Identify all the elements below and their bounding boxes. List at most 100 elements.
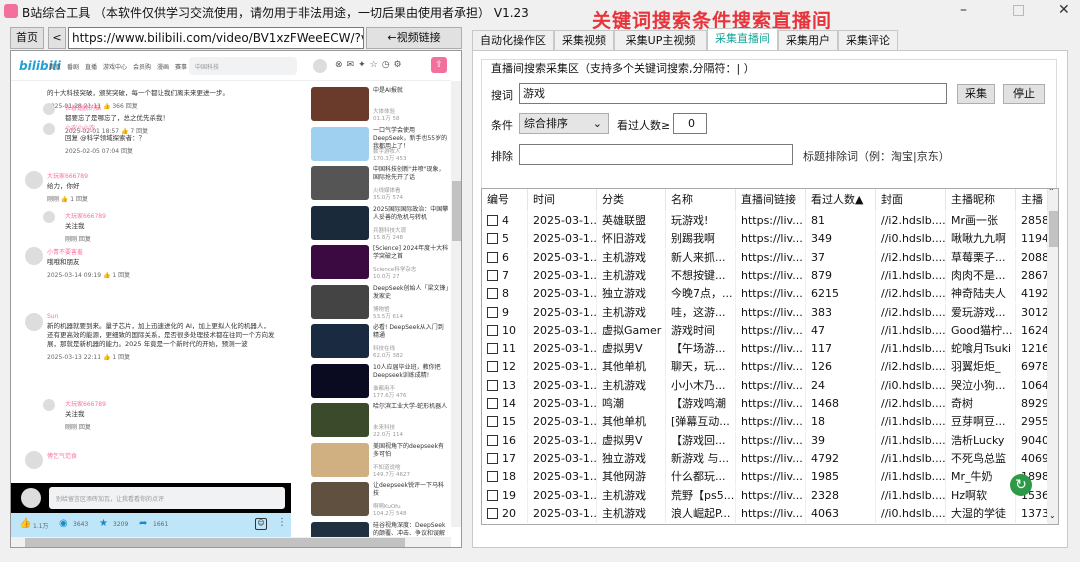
row-checkbox[interactable] — [487, 379, 498, 391]
comment-user[interactable]: 小青不要害羞 — [47, 247, 275, 256]
table-row[interactable]: 4 2025-03-1... 英雄联盟 玩游戏! https://liv... 81 //i… — [482, 212, 1048, 230]
comment-user[interactable]: 小农小小农 — [65, 123, 275, 132]
hscroll-thumb[interactable] — [25, 538, 405, 547]
viewers-input[interactable]: 0 — [673, 113, 707, 134]
table-row[interactable]: 7 2025-03-1... 主机游戏 不想按键... https://liv... 87… — [482, 266, 1048, 285]
table-row[interactable]: 18 2025-03-1... 其他网游 什么都玩... https://liv... 1… — [482, 468, 1048, 487]
video-thumbnail[interactable] — [311, 205, 369, 240]
coin-icon[interactable]: ◉ — [59, 518, 68, 529]
row-checkbox[interactable] — [487, 251, 498, 263]
video-thumbnail[interactable] — [311, 403, 369, 437]
comment-user[interactable]: 大玩家666789 — [65, 399, 275, 408]
video-thumbnail[interactable] — [311, 482, 369, 516]
video-thumbnail[interactable] — [311, 284, 369, 319]
condition-select[interactable]: 综合排序 ⌄ — [519, 113, 609, 134]
video-title[interactable]: 中国科技创新"井喷"现象，国际抢先开了话 — [373, 166, 449, 182]
bili-nav-item[interactable]: 游戏中心 — [103, 62, 127, 71]
share-icon[interactable]: ➦ — [139, 518, 147, 529]
video-card[interactable]: 一口气学会使用DeepSeek，新手也55岁的我都用上了！ 数字游牧人 170.3万… — [311, 126, 451, 163]
video-title[interactable]: [Science] 2024年度十大科学突破之首 — [373, 245, 449, 261]
comment-user[interactable]: 长着翅膀的猫 — [65, 103, 275, 112]
row-checkbox[interactable] — [487, 306, 498, 318]
bili-search-input[interactable]: 中国科技 — [189, 57, 297, 75]
keyword-input[interactable]: 游戏 — [519, 83, 947, 104]
video-thumbnail[interactable] — [311, 126, 369, 161]
column-header[interactable]: 封面 — [876, 189, 946, 211]
comment-avatar[interactable] — [43, 103, 55, 115]
header-icons[interactable]: ⊗✉✦☆◷⚙ — [335, 60, 406, 70]
tab-4[interactable]: 采集用户 — [778, 30, 838, 50]
table-row[interactable]: 15 2025-03-1... 其他单机 [弹幕互动... https://liv...… — [482, 413, 1048, 432]
video-title[interactable]: 哈尔滨工业大学-蛇形机器人 — [373, 403, 449, 411]
video-card[interactable]: 让deepseek锐评一下马科技 啊啊KuOfu 104.2万 548 — [311, 482, 451, 518]
video-card[interactable]: 10人应届毕业班，教你把Deepseek训练成精! 谁都用不 177.6万 476 — [311, 363, 451, 400]
maximize-button[interactable]: □ — [1012, 2, 1025, 18]
video-thumbnail[interactable] — [311, 245, 369, 279]
comment-avatar[interactable] — [25, 171, 43, 189]
video-thumbnail[interactable] — [311, 363, 369, 398]
stop-button[interactable]: 停止 — [1003, 84, 1045, 104]
row-checkbox[interactable] — [487, 452, 498, 464]
video-card[interactable]: [Science] 2024年度十大科学突破之首 Science科学杂志 10.0万… — [311, 245, 451, 281]
bot-icon[interactable]: ☺ — [255, 518, 267, 530]
video-link-button[interactable]: ←视频链接 — [366, 27, 462, 49]
video-card[interactable]: 中是AI报就 大体体验 01.1万 58 — [311, 87, 451, 123]
tab-3[interactable]: 采集直播间 — [707, 28, 778, 51]
video-thumbnail[interactable] — [311, 166, 369, 200]
comment-avatar[interactable] — [43, 399, 55, 411]
video-title[interactable]: 2025国际国际政治：中国攀人妥善的危机与转机 — [373, 206, 449, 222]
row-checkbox[interactable] — [487, 434, 498, 446]
user-avatar[interactable] — [313, 59, 327, 73]
row-checkbox[interactable] — [487, 489, 498, 501]
video-card[interactable]: 美国视角下的deepseek有多可怕 不知道说啥 149.7万 4627 — [311, 442, 451, 479]
minimize-button[interactable]: – — [960, 2, 967, 18]
video-card[interactable]: 2025国际国际政治：中国攀人妥善的危机与转机 兵器科技大观 15.8万 248 — [311, 205, 451, 242]
browser-vscroll[interactable] — [451, 81, 461, 527]
home-button[interactable]: 首页 — [10, 27, 44, 49]
scroll-up-icon[interactable]: ⌃ — [1048, 189, 1055, 196]
browser-hscroll[interactable] — [11, 537, 451, 547]
video-title[interactable]: 美国视角下的deepseek有多可怕 — [373, 443, 449, 459]
row-checkbox[interactable] — [487, 324, 498, 336]
video-card[interactable]: DeepSeek创始人「梁文锋」发家史 博物馆 53.5万 614 — [311, 284, 451, 321]
column-header[interactable]: 编号 — [482, 189, 528, 211]
table-vscroll[interactable]: ⌃ ⌄ — [1048, 189, 1058, 524]
upload-icon[interactable]: ⇪ — [431, 57, 447, 73]
refresh-icon[interactable]: ↻ — [1010, 474, 1032, 496]
back-button[interactable]: < — [48, 27, 66, 49]
scroll-down-icon[interactable]: ⌄ — [1049, 511, 1056, 520]
video-thumbnail[interactable] — [311, 324, 369, 358]
tab-2[interactable]: 采集UP主视频 — [614, 30, 707, 50]
tab-5[interactable]: 采集评论 — [838, 30, 898, 50]
bili-nav-item[interactable]: 会员购 — [133, 62, 151, 71]
bili-nav-item[interactable]: 直播 — [85, 62, 97, 71]
video-title[interactable]: 中是AI报就 — [373, 87, 449, 95]
table-row[interactable]: 11 2025-03-1... 虚拟男V 【午场游... https://liv... 1… — [482, 340, 1048, 359]
comment-user[interactable]: 傅乞气范食 — [47, 451, 275, 460]
row-checkbox[interactable] — [487, 288, 498, 300]
comment-avatar[interactable] — [43, 211, 55, 223]
table-row[interactable]: 12 2025-03-1... 其他单机 聊天，玩... https://liv... 1… — [482, 358, 1048, 377]
embedded-browser[interactable]: bilibili 首页 番剧 直播 游戏中心 会员购 漫画 赛事 中国科技 ⊗✉✦☆◷⚙ ⇪… — [10, 50, 462, 548]
table-row[interactable]: 8 2025-03-1... 独立游戏 今晚7点，... https://liv... 6… — [482, 285, 1048, 304]
row-checkbox[interactable] — [487, 398, 498, 409]
exclude-input[interactable] — [519, 144, 793, 165]
table-row[interactable]: 14 2025-03-1... 鸣潮 【游戏鸣潮 https://liv... 1468 /… — [482, 395, 1048, 413]
comment-user[interactable]: Sun — [47, 313, 275, 320]
row-checkbox[interactable] — [487, 269, 498, 281]
video-title[interactable]: 10人应届毕业班，教你把Deepseek训练成精! — [373, 364, 449, 380]
comment-user[interactable]: 大玩家666789 — [47, 171, 275, 180]
video-card[interactable]: 中国科技创新"井喷"现象，国际抢先开了话 火线媒体看 35.0万 574 — [311, 166, 451, 202]
column-header[interactable]: 主播 — [1016, 189, 1048, 211]
bili-nav-item[interactable]: 赛事 — [175, 62, 187, 71]
row-checkbox[interactable] — [487, 471, 498, 483]
more-icon[interactable]: ⋮ — [277, 517, 287, 528]
comment-avatar[interactable] — [25, 313, 43, 331]
bili-nav-item[interactable]: 番剧 — [67, 62, 79, 71]
video-title[interactable]: 必看! DeepSeek从入门到精通 — [373, 324, 449, 340]
star-icon[interactable]: ★ — [99, 518, 108, 529]
bili-nav-item[interactable]: 漫画 — [157, 62, 169, 71]
table-row[interactable]: 16 2025-03-1... 虚拟男V 【游戏回... https://liv... 3… — [482, 431, 1048, 450]
bili-nav-item[interactable]: 首页 — [49, 62, 61, 71]
video-thumbnail[interactable] — [311, 442, 369, 477]
